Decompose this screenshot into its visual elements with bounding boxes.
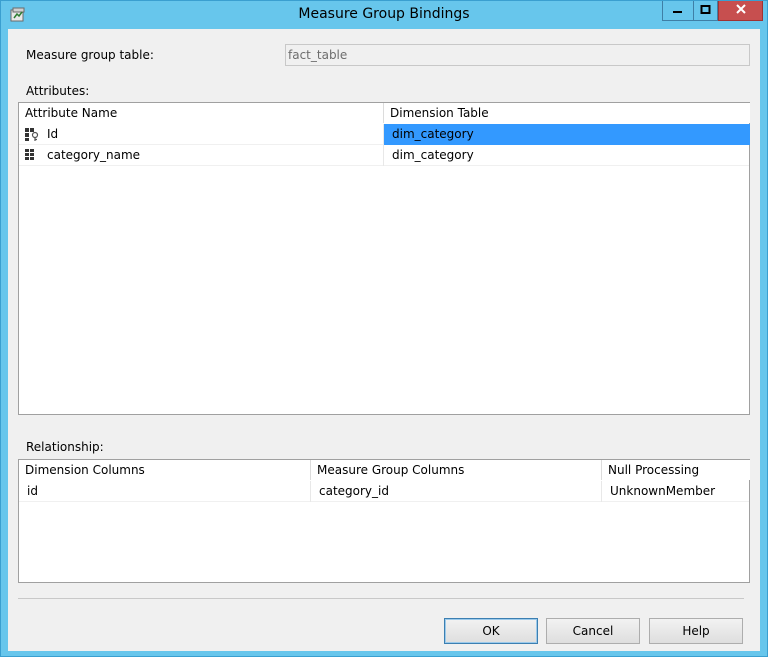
relationship-row[interactable]: id category_id UnknownMember [19,481,749,502]
measure-group-table-field: fact_table [285,44,750,66]
dimension-table-cell[interactable]: dim_category [384,145,750,166]
attributes-grid[interactable]: Attribute Name Dimension Table Id dim_ca… [18,102,750,415]
minimize-button[interactable] [662,1,693,21]
measure-group-column-cell[interactable]: category_id [311,481,602,502]
relationship-label: Relationship: [26,440,104,454]
maximize-button[interactable] [693,1,718,21]
maximize-icon [700,4,712,18]
attributes-header-row: Attribute Name Dimension Table [19,103,750,123]
null-processing-cell[interactable]: UnknownMember [602,481,750,502]
attributes-label: Attributes: [26,84,90,98]
measure-group-table-label: Measure group table: [26,48,154,62]
background-strip [0,657,768,664]
attribute-name-cell[interactable]: category_name [19,145,384,166]
attribute-name-text: category_name [47,148,141,162]
button-separator [18,598,744,599]
attribute-name-column-header[interactable]: Attribute Name [19,103,384,123]
title-bar[interactable]: Measure Group Bindings [1,1,767,29]
attribute-row[interactable]: Id dim_category [19,124,750,145]
dimension-column-cell[interactable]: id [19,481,311,502]
minimize-icon [672,4,684,18]
null-processing-column-header[interactable]: Null Processing [602,460,750,480]
dialog-window: Measure Group Bindings Measure group tab… [0,0,768,657]
relationship-grid[interactable]: Dimension Columns Measure Group Columns … [18,459,750,583]
close-button[interactable] [718,1,763,21]
window-title: Measure Group Bindings [298,6,470,22]
close-icon [735,3,747,18]
attribute-name-text: Id [47,127,59,141]
dialog-content: Measure group table: fact_table Attribut… [8,29,760,651]
attribute-row[interactable]: category_name dim_category [19,145,749,166]
dimension-columns-column-header[interactable]: Dimension Columns [19,460,311,480]
dimension-table-cell[interactable]: dim_category [384,124,750,145]
measure-group-columns-column-header[interactable]: Measure Group Columns [311,460,602,480]
help-button[interactable]: Help [649,618,743,644]
ok-button[interactable]: OK [444,618,538,644]
key-attribute-icon [25,128,39,141]
attribute-icon [25,149,37,162]
cancel-button[interactable]: Cancel [546,618,640,644]
relationship-header-row: Dimension Columns Measure Group Columns … [19,460,750,480]
attribute-name-cell[interactable]: Id [19,124,384,145]
dimension-table-column-header[interactable]: Dimension Table [384,103,750,123]
